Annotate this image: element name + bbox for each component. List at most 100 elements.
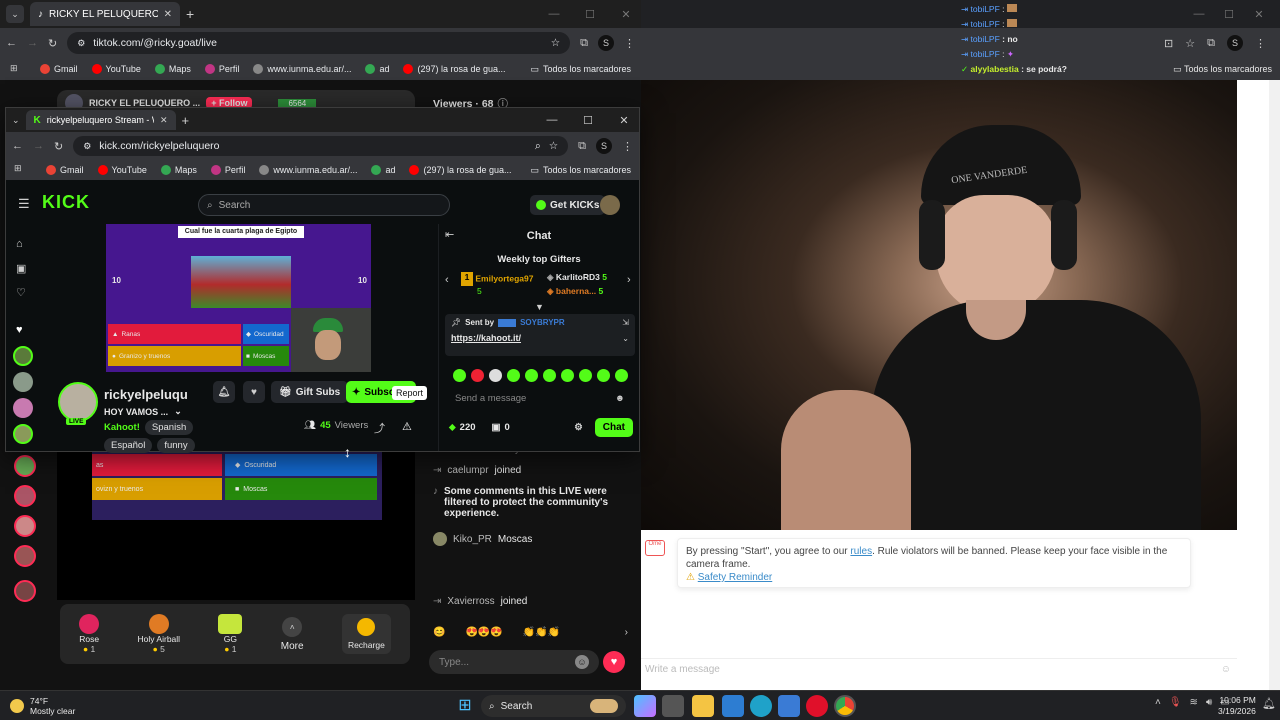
reload-icon[interactable]: ↻ bbox=[48, 37, 57, 50]
channel-avatar[interactable] bbox=[58, 382, 98, 422]
notifications-bell-icon[interactable]: 🔔︎ bbox=[213, 381, 235, 403]
following-icon[interactable]: ♡ bbox=[16, 286, 26, 299]
chrome-icon[interactable] bbox=[834, 695, 856, 717]
task-view-icon[interactable] bbox=[662, 695, 684, 717]
gifter-2[interactable]: ◈ KarlitoRD3 5 bbox=[547, 272, 607, 283]
search-input[interactable]: ⌕ Search bbox=[198, 194, 450, 216]
chevron-right-icon[interactable]: › bbox=[625, 627, 628, 638]
heart-send-icon[interactable]: ♥ bbox=[603, 651, 625, 673]
address-bar[interactable]: ⚙ tiktok.com/@ricky.goat/live ☆ bbox=[67, 32, 571, 54]
new-tab-icon[interactable]: + bbox=[182, 113, 190, 128]
kicks-count[interactable]: 220 bbox=[460, 422, 476, 433]
tab-tiktok[interactable]: ♪ RICKY EL PELUQUERO DE TU G ✕ bbox=[30, 2, 180, 26]
store-icon[interactable] bbox=[722, 695, 744, 717]
emote-2[interactable] bbox=[471, 369, 484, 382]
emote-6[interactable] bbox=[543, 369, 556, 382]
bookmark-ad[interactable]: ad bbox=[365, 64, 389, 74]
gift-subs-button[interactable]: 🎁︎ Gift Subs bbox=[271, 381, 349, 403]
tab-kick[interactable]: K rickyelpeluquero Stream - Wat ✕ bbox=[25, 110, 176, 130]
category-link[interactable]: Kahoot! bbox=[104, 422, 140, 433]
followed-channel-2[interactable] bbox=[13, 372, 33, 392]
close-window-icon[interactable]: ✕ bbox=[1244, 8, 1274, 21]
emoji-icon[interactable]: ☺ bbox=[575, 655, 589, 669]
home-icon[interactable]: ⌂ bbox=[16, 238, 23, 250]
send-message-input[interactable]: Send a message ☻ bbox=[445, 386, 635, 410]
bookmark-perfil[interactable]: Perfil bbox=[210, 165, 245, 175]
expand-gifters-icon[interactable]: ▼ bbox=[535, 302, 544, 312]
kick-logo[interactable]: KICK bbox=[42, 192, 90, 213]
all-bookmarks[interactable]: ▭ Todos los marcadores bbox=[530, 64, 631, 75]
hamburger-menu-icon[interactable]: ☰ bbox=[18, 196, 30, 212]
zoom-icon[interactable]: ⌕ bbox=[535, 140, 541, 153]
nav-avatar-1[interactable] bbox=[14, 455, 36, 477]
emoji-button-2[interactable]: 😍😍😍 bbox=[465, 627, 502, 638]
nav-avatar-2[interactable] bbox=[14, 485, 36, 507]
emote-10[interactable] bbox=[615, 369, 628, 382]
nav-avatar-3[interactable] bbox=[14, 515, 36, 537]
recharge-button[interactable]: Recharge bbox=[341, 614, 391, 654]
back-icon[interactable]: ← bbox=[6, 37, 17, 49]
emote-3[interactable] bbox=[489, 369, 502, 382]
profile-icon[interactable]: S bbox=[596, 138, 612, 154]
bookmark-ad[interactable]: ad bbox=[371, 165, 395, 175]
unpin-icon[interactable]: ⇲ bbox=[622, 318, 629, 327]
menu-icon[interactable]: ⋮ bbox=[1255, 37, 1266, 50]
settings-gear-icon[interactable]: ⚙ bbox=[574, 422, 583, 433]
tag-spanish[interactable]: Spanish bbox=[144, 420, 194, 435]
chevron-left-icon[interactable]: ‹ bbox=[445, 274, 449, 286]
bookmark-rosa[interactable]: (297) la rosa de gua... bbox=[403, 64, 506, 74]
emoji-button-3[interactable]: 👏👏👏 bbox=[523, 627, 560, 638]
gift-gg[interactable]: GG ● 1 bbox=[218, 614, 243, 654]
close-window-icon[interactable]: ✕ bbox=[611, 8, 641, 21]
emote-7[interactable] bbox=[561, 369, 574, 382]
forward-icon[interactable]: → bbox=[27, 37, 38, 49]
new-tab-icon[interactable]: + bbox=[186, 6, 194, 22]
other-count[interactable]: 0 bbox=[505, 422, 510, 433]
kick-video[interactable]: Cual fue la cuarta plaga de Egipto 10 10… bbox=[106, 224, 371, 372]
tab-list-icon[interactable]: ⌄ bbox=[6, 5, 24, 23]
scrollbar[interactable] bbox=[1269, 80, 1280, 690]
copilot-icon[interactable] bbox=[634, 695, 656, 717]
file-explorer-icon[interactable] bbox=[692, 695, 714, 717]
close-window-icon[interactable]: ✕ bbox=[609, 114, 639, 127]
close-tab-icon[interactable]: ✕ bbox=[164, 9, 172, 20]
share-icon[interactable]: ⤴ bbox=[374, 420, 385, 436]
profile-icon[interactable]: S bbox=[1227, 35, 1243, 51]
bookmark-star-icon[interactable]: ☆ bbox=[549, 140, 558, 152]
maximize-icon[interactable]: ☐ bbox=[573, 114, 603, 127]
emote-4[interactable] bbox=[507, 369, 520, 382]
address-bar[interactable]: ⚙ kick.com/rickyelpeluquero ⌕ ☆ bbox=[73, 136, 569, 156]
weather-widget[interactable]: 74°F Mostly clear bbox=[10, 696, 75, 716]
bookmark-rosa[interactable]: (297) la rosa de gua... bbox=[409, 165, 512, 175]
get-kicks-button[interactable]: Get KICKs bbox=[530, 195, 606, 215]
emoji-icon[interactable]: ☺ bbox=[1221, 664, 1231, 675]
emoji-button-1[interactable]: 😊 bbox=[433, 627, 445, 638]
mail-icon[interactable] bbox=[778, 695, 800, 717]
follow-heart-icon[interactable]: ♥ bbox=[243, 381, 265, 403]
wifi-icon[interactable]: ≋ bbox=[1190, 697, 1198, 708]
gifter-1[interactable]: 1 Emilyortega97 5 bbox=[461, 272, 534, 296]
chevron-down-icon[interactable]: ⌄ bbox=[622, 334, 629, 343]
pinned-link[interactable]: https://kahoot.it/ bbox=[451, 333, 521, 343]
bookmark-maps[interactable]: Maps bbox=[160, 165, 197, 175]
tag-espanol[interactable]: Español bbox=[104, 438, 153, 453]
volume-icon[interactable]: 🔊︎ bbox=[1206, 697, 1212, 708]
emote-8[interactable] bbox=[579, 369, 592, 382]
bookmark-youtube[interactable]: YouTube bbox=[91, 64, 141, 74]
nav-avatar-5[interactable] bbox=[14, 580, 36, 602]
gifter-3[interactable]: ◈ baherna... 5 bbox=[547, 286, 603, 297]
site-info-icon[interactable]: ⚙ bbox=[83, 141, 91, 152]
taskbar-search[interactable]: ⌕ Search bbox=[481, 695, 626, 717]
opera-icon[interactable] bbox=[806, 695, 828, 717]
emote-5[interactable] bbox=[525, 369, 538, 382]
user-avatar[interactable] bbox=[600, 195, 620, 215]
extensions-icon[interactable]: ⧉ bbox=[578, 140, 586, 153]
safety-reminder-link[interactable]: Safety Reminder bbox=[698, 572, 772, 583]
edge-icon[interactable] bbox=[750, 695, 772, 717]
bookmark-star-icon[interactable]: ☆ bbox=[551, 37, 560, 49]
tab-list-icon[interactable]: ⌄ bbox=[12, 115, 20, 126]
channel-name[interactable]: rickyelpeluqu bbox=[104, 387, 188, 402]
followed-channel-4[interactable] bbox=[13, 424, 33, 444]
apps-icon[interactable]: ⊞ bbox=[10, 63, 18, 74]
report-icon[interactable]: ⚠ bbox=[402, 420, 412, 433]
